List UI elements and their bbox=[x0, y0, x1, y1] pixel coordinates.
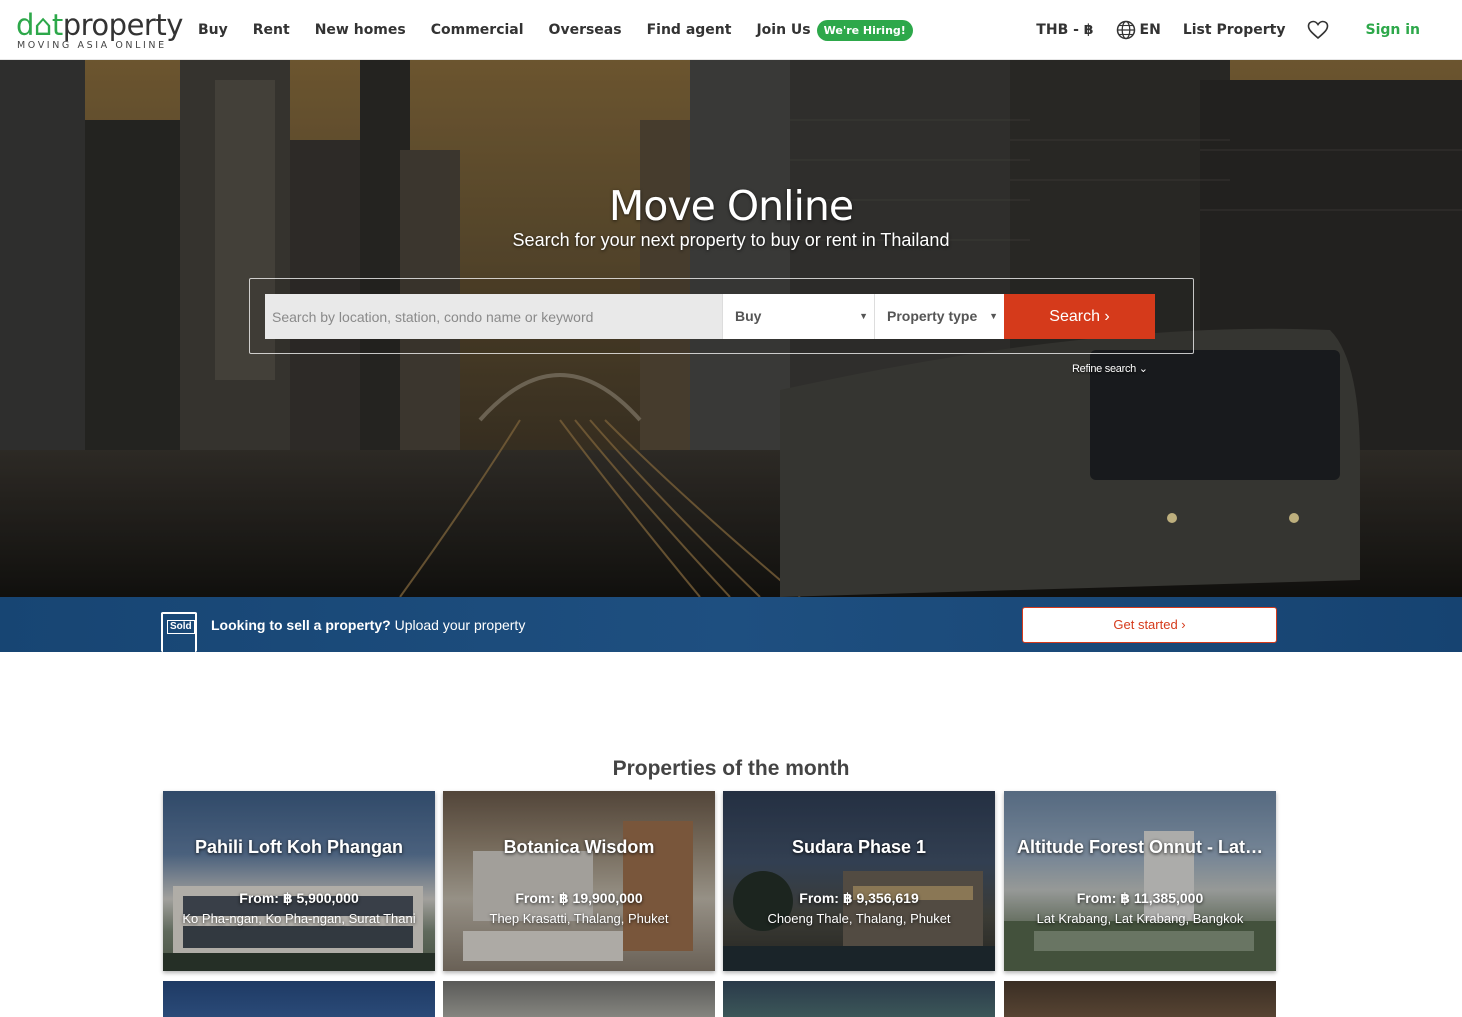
dropdown-arrow-icon: ▼ bbox=[859, 311, 868, 321]
property-location: Ko Pha-ngan, Ko Pha-ngan, Surat Thani bbox=[182, 911, 416, 926]
property-card[interactable]: Pahili Loft Koh Phangan From: ฿ 5,900,00… bbox=[163, 791, 435, 971]
property-card-partial[interactable] bbox=[723, 981, 995, 1017]
language-selector[interactable]: EN bbox=[1116, 20, 1161, 40]
properties-section-title: Properties of the month bbox=[612, 757, 850, 780]
search-button[interactable]: Search › bbox=[1004, 294, 1155, 339]
property-price: From: ฿ 5,900,000 bbox=[239, 890, 359, 906]
hiring-badge[interactable]: We're Hiring! bbox=[816, 19, 913, 41]
card-overlay bbox=[723, 791, 995, 971]
get-started-button[interactable]: Get started › bbox=[1022, 607, 1277, 643]
nav-join-us[interactable]: Join Us bbox=[756, 22, 810, 38]
property-name: Pahili Loft Koh Phangan bbox=[195, 837, 403, 857]
property-name: Sudara Phase 1 bbox=[791, 837, 927, 857]
property-price: From: ฿ 11,385,000 bbox=[1076, 890, 1204, 906]
property-location: Lat Krabang, Lat Krabang, Bangkok bbox=[1036, 911, 1244, 926]
hero-banner: Move Online Search for your next propert… bbox=[0, 60, 1462, 597]
property-type-value: Property type bbox=[887, 308, 978, 324]
search-input[interactable] bbox=[265, 294, 722, 339]
card-overlay bbox=[443, 791, 715, 971]
card-overlay bbox=[163, 791, 435, 971]
property-type-select[interactable]: Property type ▼ bbox=[874, 294, 1004, 339]
listing-type-value: Buy bbox=[735, 308, 762, 324]
main-nav: Buy Rent New homes Commercial Overseas F… bbox=[198, 0, 913, 60]
dotproperty-logo[interactable]: d⌂tproperty MOVING ASIA ONLINE bbox=[16, 9, 183, 51]
property-location: Choeng Thale, Thalang, Phuket bbox=[767, 911, 951, 926]
property-card-partial[interactable] bbox=[163, 981, 435, 1017]
sold-sign-icon: Sold bbox=[161, 612, 197, 652]
nav-find-agent[interactable]: Find agent bbox=[647, 22, 732, 38]
logo-tagline: MOVING ASIA ONLINE bbox=[17, 40, 167, 51]
list-property-link[interactable]: List Property bbox=[1183, 22, 1286, 38]
refine-search-link[interactable]: Refine search ⌄ bbox=[1072, 362, 1148, 375]
sold-sign-label: Sold bbox=[167, 620, 195, 634]
property-price: From: ฿ 19,900,000 bbox=[515, 890, 643, 906]
logo-wordmark: d⌂tproperty bbox=[16, 8, 183, 42]
favorites-button[interactable] bbox=[1307, 20, 1333, 40]
nav-rent[interactable]: Rent bbox=[253, 22, 290, 38]
dropdown-arrow-icon: ▼ bbox=[989, 311, 998, 321]
sign-in-link[interactable]: Sign in bbox=[1365, 22, 1420, 38]
currency-selector[interactable]: THB - ฿ bbox=[1036, 22, 1093, 38]
site-header: d⌂tproperty MOVING ASIA ONLINE Buy Rent … bbox=[0, 0, 1462, 60]
property-location: Thep Krasatti, Thalang, Phuket bbox=[489, 911, 669, 926]
search-panel: Buy ▼ Property type ▼ Search › bbox=[249, 278, 1194, 354]
property-card-partial[interactable] bbox=[1004, 981, 1276, 1017]
header-actions: THB - ฿ EN List Property Sign in bbox=[1014, 0, 1420, 60]
property-name: Altitude Forest Onnut - Lat… bbox=[1017, 837, 1263, 857]
property-price: From: ฿ 9,356,619 bbox=[799, 890, 919, 906]
listing-type-select[interactable]: Buy ▼ bbox=[722, 294, 874, 339]
card-overlay bbox=[1004, 791, 1276, 971]
language-label: EN bbox=[1139, 22, 1161, 38]
property-name: Botanica Wisdom bbox=[503, 837, 655, 857]
sell-property-banner: Sold Looking to sell a property? Upload … bbox=[0, 597, 1462, 652]
nav-new-homes[interactable]: New homes bbox=[315, 22, 406, 38]
nav-commercial[interactable]: Commercial bbox=[431, 22, 524, 38]
heart-icon bbox=[1308, 20, 1329, 40]
sell-subtext: Upload your property bbox=[390, 617, 526, 633]
logo-house-icon: ⌂ bbox=[33, 8, 52, 42]
hero-subtitle: Search for your next property to buy or … bbox=[512, 230, 950, 250]
nav-overseas[interactable]: Overseas bbox=[549, 22, 622, 38]
property-card-partial[interactable] bbox=[443, 981, 715, 1017]
hero-title: Move Online bbox=[608, 182, 854, 230]
nav-buy[interactable]: Buy bbox=[198, 22, 228, 38]
globe-icon bbox=[1116, 20, 1135, 40]
sell-banner-text: Looking to sell a property? Upload your … bbox=[211, 617, 525, 633]
property-card[interactable]: Sudara Phase 1 From: ฿ 9,356,619 Choeng … bbox=[723, 791, 995, 971]
property-card[interactable]: Botanica Wisdom From: ฿ 19,900,000 Thep … bbox=[443, 791, 715, 971]
sell-headline: Looking to sell a property? bbox=[211, 617, 391, 633]
property-card[interactable]: Altitude Forest Onnut - Lat… From: ฿ 11,… bbox=[1004, 791, 1276, 971]
